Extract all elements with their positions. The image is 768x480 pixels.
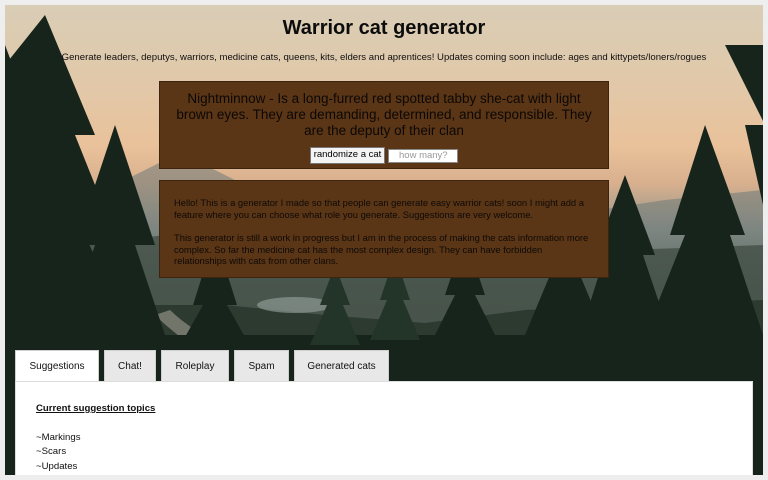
info-box: Hello! This is a generator I made so tha… — [159, 180, 609, 278]
tab-roleplay[interactable]: Roleplay — [161, 350, 229, 382]
list-item: ~Updates — [36, 460, 78, 472]
tab-chat[interactable]: Chat! — [104, 350, 156, 382]
generator-controls: randomize a cat how many? — [160, 147, 608, 164]
page-frame: Warrior cat generator Generate leaders, … — [5, 5, 763, 475]
tab-generated-cats[interactable]: Generated cats — [294, 350, 389, 382]
list-item: ~Markings — [36, 431, 81, 443]
info-paragraph-1: Hello! This is a generator I made so tha… — [174, 197, 584, 220]
page-subtitle: Generate leaders, deputys, warriors, med… — [61, 52, 707, 63]
info-paragraph-2: This generator is still a work in progre… — [174, 232, 589, 266]
page-title: Warrior cat generator — [282, 17, 486, 39]
randomize-button[interactable]: randomize a cat — [309, 147, 386, 164]
list-item: ~Scars — [36, 446, 67, 457]
suggestions-panel: Current suggestion topics ~Markings ~Sca… — [15, 381, 753, 475]
generated-cat-text: Nightminnow - Is a long-furred red spott… — [176, 91, 592, 138]
generator-box: Nightminnow - Is a long-furred red spott… — [159, 81, 609, 169]
panel-heading: Current suggestion topics — [36, 403, 156, 414]
count-input[interactable]: how many? — [388, 148, 459, 163]
tab-spam[interactable]: Spam — [234, 350, 289, 382]
tab-suggestions[interactable]: Suggestions — [15, 350, 99, 383]
